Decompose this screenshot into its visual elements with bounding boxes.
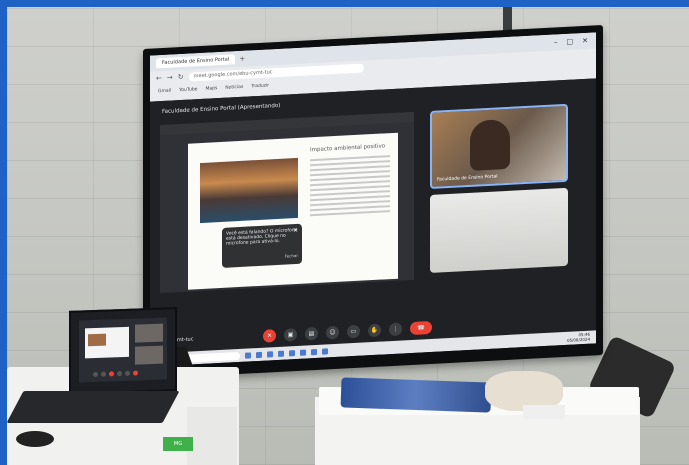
taskbar-clock[interactable]: 05:46 05/08/2024 — [567, 332, 596, 343]
green-sticker: MG — [163, 437, 193, 451]
close-icon[interactable]: ✕ — [293, 227, 298, 234]
taskbar-app-icon[interactable] — [289, 349, 295, 356]
presentation-area: Impacto ambiental positivo Você está fal… — [160, 111, 414, 294]
taskbar-app-icon[interactable] — [278, 350, 284, 357]
white-box — [523, 405, 565, 419]
taskbar-app-icon[interactable] — [322, 347, 328, 355]
taskbar-app-icon[interactable] — [300, 349, 306, 356]
laptop-screen — [69, 307, 177, 395]
emoji-icon[interactable]: ☺ — [326, 325, 339, 339]
taskbar-app-icon[interactable] — [311, 348, 317, 355]
captions-icon[interactable]: ▤ — [305, 326, 318, 341]
forward-icon[interactable]: → — [167, 73, 173, 81]
participant-name: Faculdade de Ensino Portal — [437, 174, 498, 183]
laptop-keyboard — [7, 391, 180, 423]
tv: Faculdade de Ensino Portal + – □ ✕ ← → ↻… — [143, 24, 603, 380]
window-controls: – □ ✕ — [554, 36, 596, 47]
participant-tiles: Faculdade de Ensino Portal — [430, 103, 568, 274]
laptop-slide — [85, 326, 129, 359]
minimize-icon[interactable]: – — [554, 38, 558, 46]
popup-dismiss-button[interactable]: Fechar — [285, 253, 298, 259]
new-tab-icon[interactable]: + — [239, 55, 245, 63]
bookmark-item[interactable]: Maps — [205, 86, 217, 92]
bookmark-item[interactable]: YouTube — [179, 87, 197, 93]
taskbar-app-icon[interactable] — [267, 350, 273, 358]
refinery-image — [200, 157, 298, 224]
mic-off-icon[interactable]: ✕ — [263, 328, 276, 343]
participant-tile[interactable] — [430, 187, 568, 274]
bookmark-item[interactable]: Traduzir — [251, 83, 269, 89]
popup-text: Você está falando? O microfone está desa… — [226, 227, 298, 247]
laptop-tile — [135, 345, 163, 365]
mic-muted-popup: Você está falando? O microfone está desa… — [222, 223, 302, 268]
bookmark-item[interactable]: Gmail — [158, 88, 171, 94]
photo-scene: Faculdade de Ensino Portal + – □ ✕ ← → ↻… — [7, 7, 689, 465]
tv-screen: Faculdade de Ensino Portal + – □ ✕ ← → ↻… — [150, 32, 596, 367]
participant-tile[interactable]: Faculdade de Ensino Portal — [430, 103, 568, 190]
browser-tab[interactable]: Faculdade de Ensino Portal — [156, 54, 236, 69]
blue-bag — [340, 377, 492, 413]
meet-window: Faculdade de Ensino Portal (Apresentando… — [150, 78, 596, 367]
slide-heading: Impacto ambiental positivo — [310, 143, 386, 154]
bookmark-item[interactable]: Notícias — [225, 84, 243, 90]
laptop-controls — [93, 370, 151, 378]
close-window-icon[interactable]: ✕ — [582, 37, 588, 45]
camera-icon[interactable]: ▣ — [284, 327, 297, 342]
taskbar-app-icon[interactable] — [256, 351, 262, 358]
clock-date: 05/08/2024 — [566, 336, 590, 343]
end-call-icon[interactable]: ☎ — [410, 320, 432, 335]
computer-mouse — [16, 431, 54, 447]
presentation-toolbar — [160, 111, 414, 136]
shared-document: Impacto ambiental positivo Você está fal… — [188, 132, 398, 290]
body-text-lines — [310, 155, 390, 219]
laptop-meet-view — [79, 317, 167, 383]
reload-icon[interactable]: ↻ — [178, 73, 184, 81]
taskbar-app-icon[interactable] — [245, 351, 251, 359]
left-table-leg — [187, 407, 237, 465]
participant-video — [470, 118, 510, 171]
raise-hand-icon[interactable]: ✋ — [368, 323, 381, 337]
back-icon[interactable]: ← — [156, 74, 162, 82]
more-icon[interactable]: ⋮ — [389, 321, 402, 336]
laptop-tile — [135, 323, 163, 343]
present-icon[interactable]: ▭ — [347, 324, 360, 338]
maximize-icon[interactable]: □ — [567, 38, 574, 46]
